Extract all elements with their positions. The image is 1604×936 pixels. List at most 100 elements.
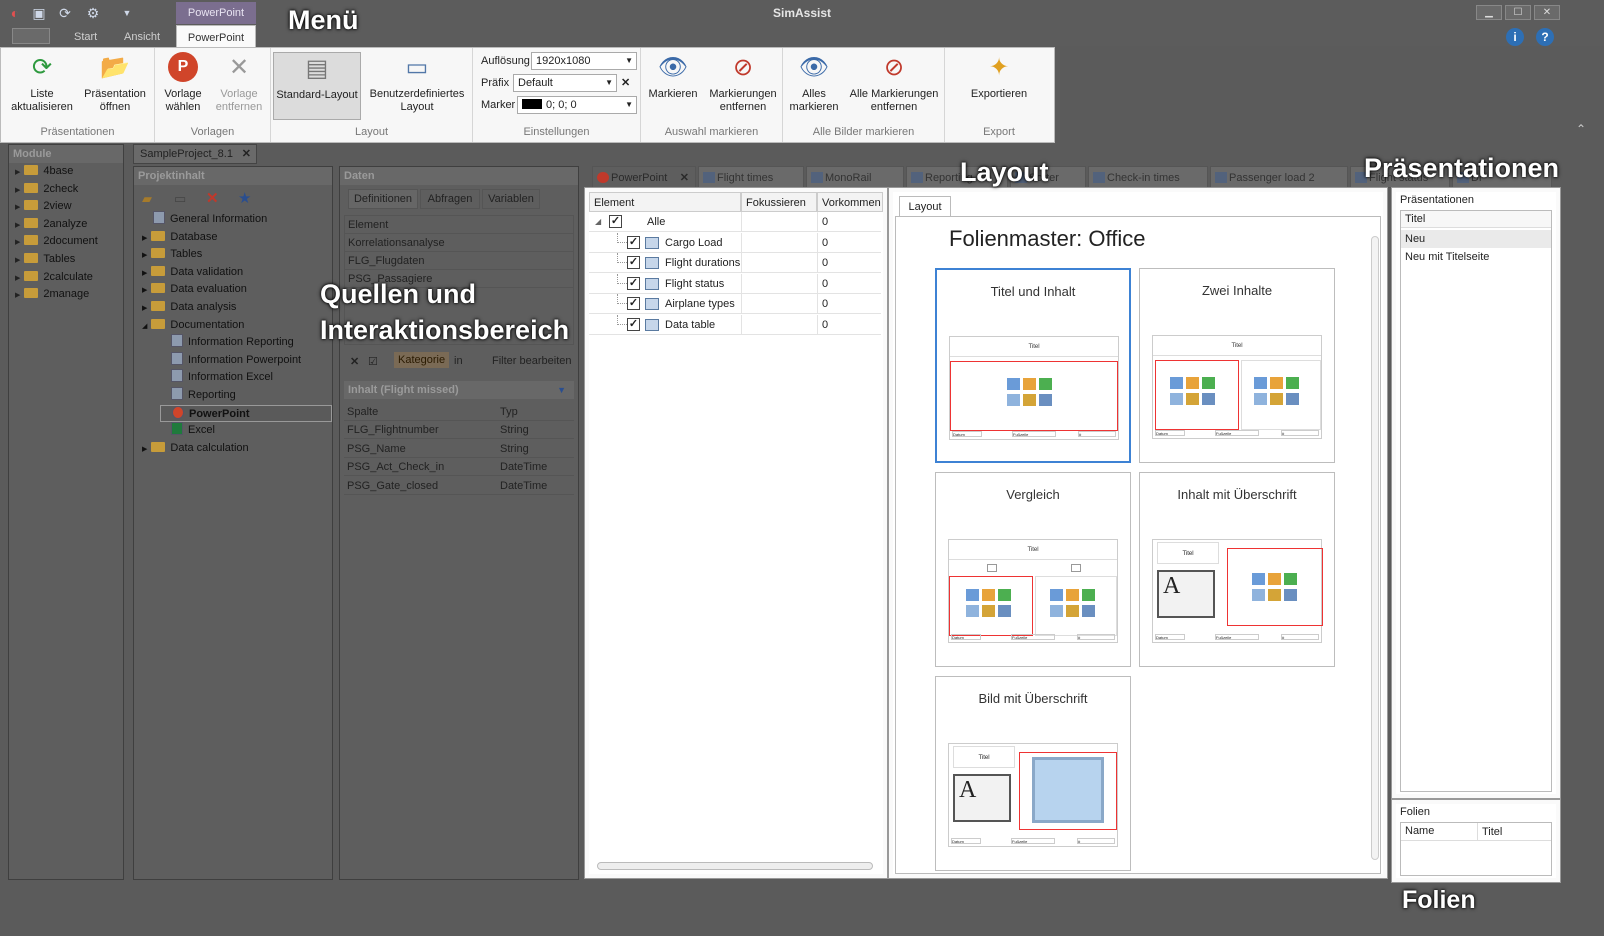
expand-arrow-icon[interactable]: ▶ [142,270,147,277]
layout-thumbnail[interactable]: Zwei Inhalte Titel Datum Fußzeile # [1139,268,1335,463]
minimize-button[interactable]: ▁ [1476,5,1502,20]
list-item[interactable]: Neu mit Titelseite [1401,248,1551,266]
module-item[interactable]: ▶ 2manage [9,286,123,304]
delete-icon[interactable]: ✕ [206,189,219,207]
expand-arrow-icon[interactable]: ◢ [142,323,147,330]
checkbox[interactable]: ✓ [627,318,640,331]
expand-arrow-icon[interactable]: ▶ [15,204,20,211]
layout-thumbnail[interactable]: Titel und Inhalt Titel Datum Fußzeile # [935,268,1131,463]
open-presentation-button[interactable]: 📂 Präsentation öffnen [79,52,151,114]
collapse-ribbon-icon[interactable]: ⌃ [1576,122,1586,136]
project-tree-item[interactable]: ▶ Data evaluation [142,281,247,298]
element-row[interactable]: ✓ Flight status 0 [589,273,881,294]
expand-arrow-icon[interactable]: ▶ [142,446,147,453]
grid-row[interactable]: PSG_Name String [344,440,574,458]
unmark-button[interactable]: ⊘ Markierungen entfernen [705,52,781,114]
expand-arrow-icon[interactable]: ▶ [15,222,20,229]
expand-arrow-icon[interactable]: ▶ [142,287,147,294]
doc-tab[interactable]: MonoRail [806,166,904,188]
tab-definitionen[interactable]: Definitionen [348,189,418,209]
mark-button[interactable]: 👁 Markieren [643,52,703,101]
project-tree-item[interactable]: General Information [142,211,267,228]
module-item[interactable]: ▶ 2calculate [9,269,123,287]
doc-tab[interactable]: Passenger load 2 [1210,166,1348,188]
grid-row[interactable]: PSG_Act_Check_in DateTime [344,458,574,476]
doc-tab[interactable]: Check-in times [1088,166,1208,188]
element-row[interactable]: ✓ Data table 0 [589,315,881,335]
project-tree-item[interactable]: ▶ Data analysis [142,299,236,316]
close-tab-icon[interactable]: ✕ [242,145,251,163]
element-row[interactable]: ✓ Airplane types 0 [589,294,881,315]
module-item[interactable]: ▶ 2view [9,198,123,216]
project-tree-item[interactable]: ▶ Database [142,229,217,246]
doc-tab[interactable]: PowerPoint ✕ [592,166,696,188]
grid-row[interactable]: FLG_Flugdaten [345,252,573,270]
expand-arrow-icon[interactable]: ▶ [142,235,147,242]
help-icon[interactable]: ? [1536,28,1554,46]
list-item[interactable]: Neu [1401,230,1551,248]
grid-row[interactable]: Korrelationsanalyse [345,234,573,252]
customize-dropdown-icon[interactable]: ▼ [118,4,136,22]
expand-arrow-icon[interactable]: ▶ [15,239,20,246]
element-row[interactable]: ✓ Flight durations 0 [589,253,881,274]
module-item[interactable]: ▶ 2analyze [9,216,123,234]
expand-arrow-icon[interactable]: ▶ [15,187,20,194]
vertical-scrollbar[interactable] [1371,236,1379,860]
module-item[interactable]: ▶ 2document [9,233,123,251]
tab-sample-project[interactable]: SampleProject_8.1 ✕ [133,144,257,164]
checkbox[interactable]: ✓ [627,297,640,311]
folder-open-icon[interactable]: ▰ [142,191,152,207]
grid-row[interactable]: FLG_Flightnumber String [344,421,574,439]
expand-arrow-icon[interactable]: ▶ [15,292,20,299]
standard-layout-button[interactable]: ▤ Standard-Layout [273,52,361,120]
tab-start[interactable]: Start [74,31,97,47]
expand-arrow-icon[interactable]: ▶ [142,252,147,259]
layout-thumbnail[interactable]: Bild mit Überschrift Titel A Datum Fußzeile # [935,676,1131,871]
project-tree-item[interactable]: ◢ Documentation [142,317,244,334]
module-item[interactable]: ▶ 2check [9,181,123,199]
mark-all-button[interactable]: 👁 Alles markieren [785,52,843,114]
project-tree-item[interactable]: PowerPoint [160,404,332,422]
category-chip[interactable]: Kategorie [394,352,450,368]
module-item[interactable]: ▶ Tables [9,251,123,269]
close-button[interactable]: ✕ [1534,5,1560,20]
doc-tab[interactable]: Flight times [698,166,804,188]
close-tab-icon[interactable]: ✕ [680,167,689,187]
tab-abfragen[interactable]: Abfragen [420,189,480,209]
file-menu-button[interactable] [12,28,50,44]
choose-template-button[interactable]: P Vorlage wählen [157,52,209,114]
settings-gear-icon[interactable]: ⚙ [84,4,102,22]
edit-filter-link[interactable]: Filter bearbeiten [492,355,572,367]
project-tree-item[interactable]: ▶ Data validation [142,264,243,281]
refresh-list-button[interactable]: ⟳ Liste aktualisieren [5,52,79,114]
enable-filter-checkbox[interactable]: ☑ [368,355,378,368]
rename-icon[interactable]: ▭ [174,191,186,207]
export-button[interactable]: ✦ Exportieren [953,52,1045,101]
project-tree-item[interactable]: Excel [160,422,215,439]
marker-color-select[interactable]: 0; 0; 0 ▼ [517,96,637,114]
project-tree-item[interactable]: Information Excel [160,369,273,386]
maximize-button[interactable]: ☐ [1505,5,1531,20]
checkbox[interactable]: ✓ [609,215,622,228]
project-tree-item[interactable]: Reporting [160,387,236,404]
layout-thumbnail[interactable]: Vergleich Titel Datum Fußzeile # [935,472,1131,667]
project-tree-item[interactable]: ▶ Tables [142,246,202,263]
praefix-select[interactable]: Default ▼ [513,74,617,92]
unmark-all-button[interactable]: ⊘ Alle Markierungen entfernen [845,52,943,114]
element-row[interactable]: ✓ Cargo Load 0 [589,232,881,253]
expand-arrow-icon[interactable]: ▶ [142,305,147,312]
expand-arrow-icon[interactable]: ▶ [15,169,20,176]
project-tree-item[interactable]: Information Reporting [160,334,294,351]
clear-prefix-icon[interactable]: ✕ [621,76,630,89]
save-icon[interactable]: ▣ [30,4,48,22]
layout-thumbnail[interactable]: Inhalt mit Überschrift Titel A Datum Fußzeil… [1139,472,1335,667]
horizontal-scrollbar[interactable] [597,862,873,870]
expand-arrow-icon[interactable]: ▶ [15,257,20,264]
checkbox[interactable]: ✓ [627,256,640,270]
tab-powerpoint[interactable]: PowerPoint [176,25,256,49]
aufloesung-select[interactable]: 1920x1080 ▼ [531,52,637,70]
module-item[interactable]: ▶ 4base [9,163,123,181]
element-row[interactable]: ◢ ✓ Alle 0 [589,212,881,232]
custom-layout-button[interactable]: ▭ Benutzerdefiniertes Layout [363,52,471,114]
tab-variablen[interactable]: Variablen [482,189,540,209]
